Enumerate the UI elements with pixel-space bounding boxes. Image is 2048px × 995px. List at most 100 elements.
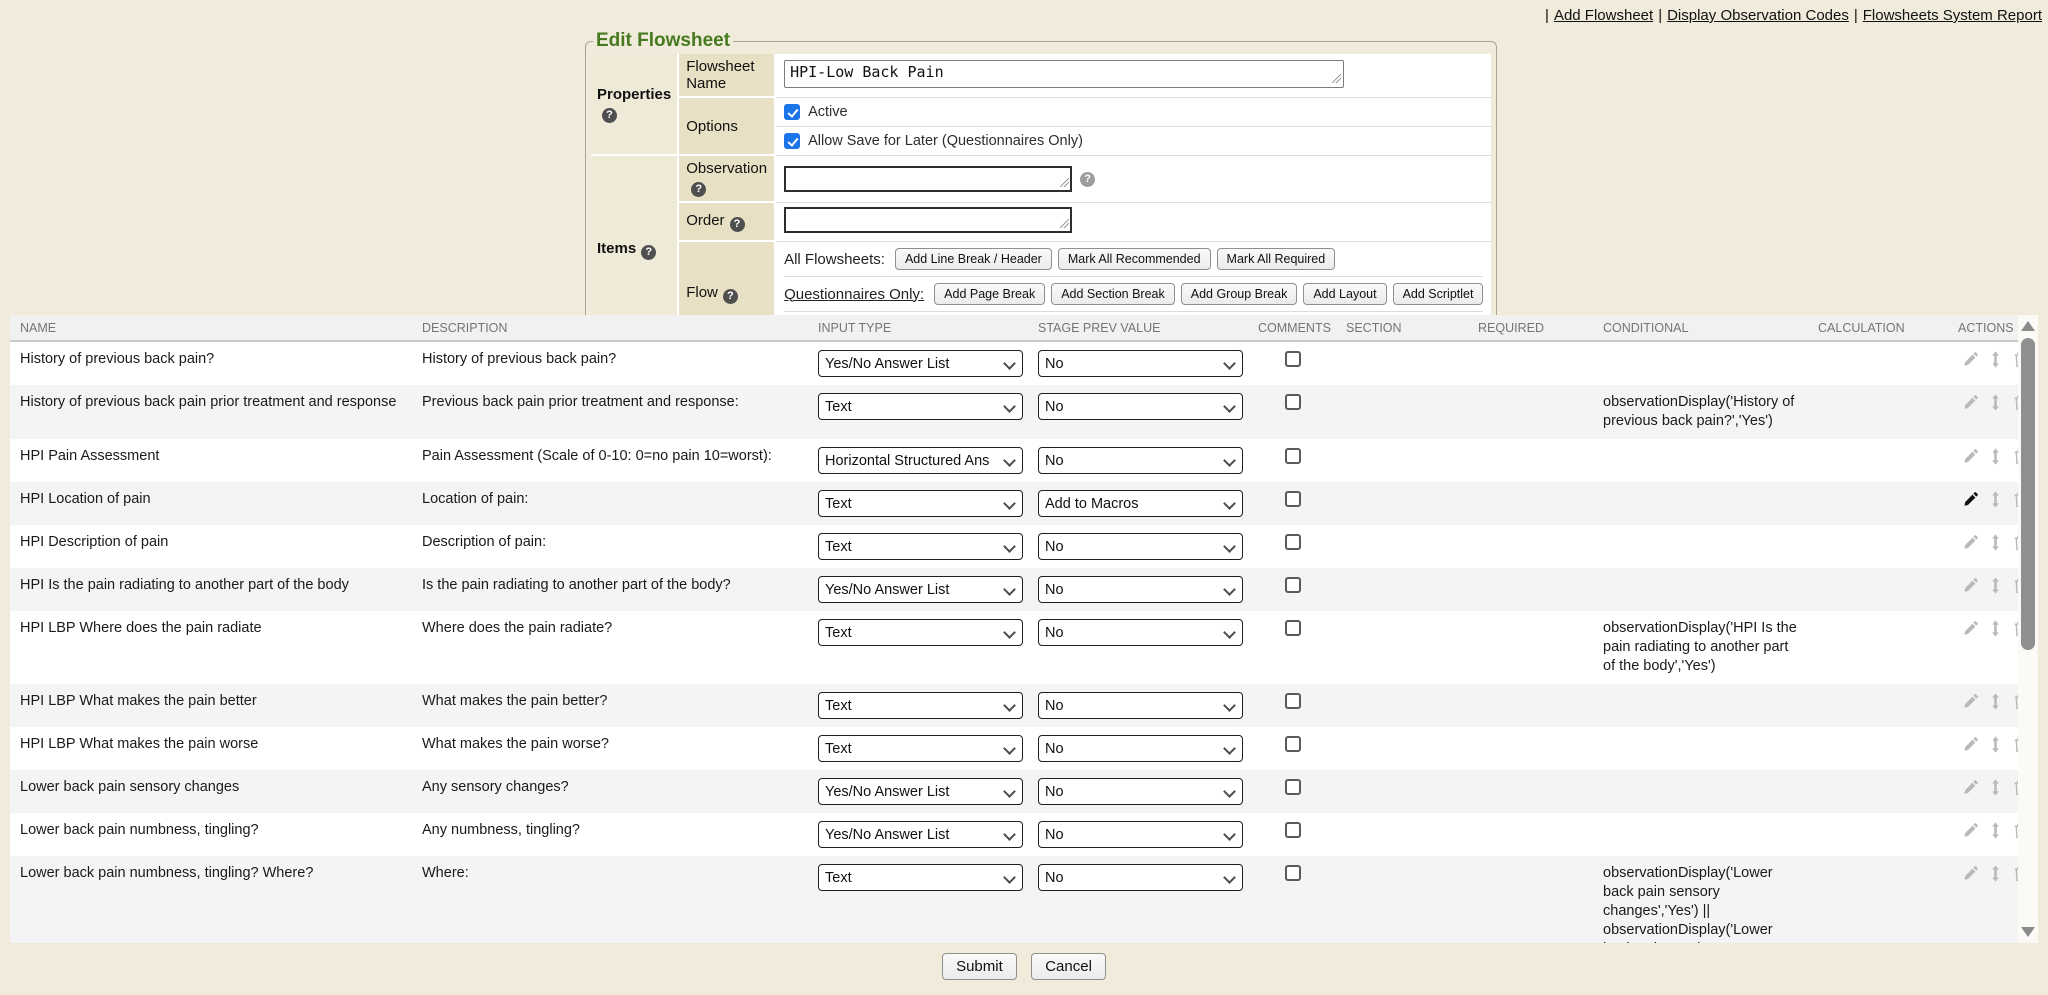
items-help-icon[interactable]: ? xyxy=(641,245,656,260)
comments-checkbox[interactable] xyxy=(1285,394,1301,410)
input-type-select[interactable]: Text xyxy=(818,864,1023,891)
flow-action-button[interactable]: Mark All Recommended xyxy=(1058,248,1211,270)
move-icon[interactable] xyxy=(1987,394,2004,411)
comments-checkbox[interactable] xyxy=(1285,620,1301,636)
scroll-down-arrow-icon[interactable] xyxy=(2021,927,2035,937)
item-name: Lower back pain numbness, tingling? xyxy=(10,813,412,856)
flow-action-button[interactable]: Add Layout xyxy=(1303,283,1386,305)
stage-prev-value-select[interactable]: No xyxy=(1038,350,1243,377)
edit-icon[interactable] xyxy=(1962,620,1979,637)
scroll-thumb[interactable] xyxy=(2021,338,2035,650)
item-name: HPI Is the pain radiating to another par… xyxy=(10,568,412,611)
nav-link[interactable]: Flowsheets System Report xyxy=(1863,7,2042,24)
stage-prev-value-select[interactable]: No xyxy=(1038,735,1243,762)
edit-icon[interactable] xyxy=(1962,534,1979,551)
input-type-select[interactable]: Yes/No Answer List xyxy=(818,778,1023,805)
comments-checkbox[interactable] xyxy=(1285,865,1301,881)
flow-action-button[interactable]: Add Page Break xyxy=(934,283,1045,305)
observation-input[interactable] xyxy=(784,166,1072,192)
comments-checkbox[interactable] xyxy=(1285,491,1301,507)
observation-field-help-icon[interactable]: ? xyxy=(1080,172,1095,187)
item-input-type-cell: Yes/No Answer List xyxy=(808,341,1028,385)
table-row: HPI Description of painDescription of pa… xyxy=(10,525,2018,568)
item-actions-cell xyxy=(1948,341,2018,385)
edit-icon[interactable] xyxy=(1962,351,1979,368)
move-icon[interactable] xyxy=(1987,693,2004,710)
item-calculation-cell xyxy=(1808,611,1948,684)
stage-prev-value-select[interactable]: No xyxy=(1038,864,1243,891)
stage-prev-value-select[interactable]: No xyxy=(1038,576,1243,603)
comments-checkbox[interactable] xyxy=(1285,779,1301,795)
comments-checkbox[interactable] xyxy=(1285,448,1301,464)
observation-help-icon[interactable]: ? xyxy=(691,182,706,197)
flowsheet-name-input[interactable] xyxy=(784,60,1344,88)
move-icon[interactable] xyxy=(1987,779,2004,796)
properties-help-icon[interactable]: ? xyxy=(602,108,617,123)
flow-action-button[interactable]: Add Line Break / Header xyxy=(895,248,1052,270)
move-icon[interactable] xyxy=(1987,351,2004,368)
edit-icon[interactable] xyxy=(1962,394,1979,411)
input-type-select[interactable]: Horizontal Structured Ans xyxy=(818,447,1023,474)
items-table-header: NAMEDESCRIPTIONINPUT TYPESTAGE PREV VALU… xyxy=(10,315,2018,341)
input-type-select[interactable]: Yes/No Answer List xyxy=(818,821,1023,848)
input-type-select[interactable]: Text xyxy=(818,735,1023,762)
input-type-select[interactable]: Text xyxy=(818,619,1023,646)
stage-prev-value-select[interactable]: No xyxy=(1038,393,1243,420)
submit-button[interactable]: Submit xyxy=(942,953,1017,980)
flow-action-button[interactable]: Add Scriptlet xyxy=(1393,283,1484,305)
input-type-select[interactable]: Yes/No Answer List xyxy=(818,350,1023,377)
order-input[interactable] xyxy=(784,207,1072,233)
item-stage-prev-cell: No xyxy=(1028,727,1248,770)
comments-checkbox[interactable] xyxy=(1285,351,1301,367)
move-icon[interactable] xyxy=(1987,736,2004,753)
edit-icon[interactable] xyxy=(1962,822,1979,839)
scrollbar[interactable] xyxy=(2018,315,2038,943)
item-input-type-cell: Yes/No Answer List xyxy=(808,568,1028,611)
move-icon[interactable] xyxy=(1987,491,2004,508)
edit-icon[interactable] xyxy=(1962,693,1979,710)
edit-icon[interactable] xyxy=(1962,448,1979,465)
flowsheet-name-label: Flowsheet Name xyxy=(679,54,776,98)
option-checkbox[interactable] xyxy=(784,133,800,149)
move-icon[interactable] xyxy=(1987,448,2004,465)
edit-icon[interactable] xyxy=(1962,491,1979,508)
input-type-select[interactable]: Text xyxy=(818,490,1023,517)
flow-action-button[interactable]: Add Group Break xyxy=(1181,283,1298,305)
option-checkbox[interactable] xyxy=(784,104,800,120)
stage-prev-value-select[interactable]: No xyxy=(1038,692,1243,719)
comments-checkbox[interactable] xyxy=(1285,534,1301,550)
flow-action-button[interactable]: Mark All Required xyxy=(1217,248,1336,270)
input-type-select[interactable]: Text xyxy=(818,533,1023,560)
nav-link[interactable]: Display Observation Codes xyxy=(1667,7,1849,24)
stage-prev-value-select[interactable]: No xyxy=(1038,533,1243,560)
move-icon[interactable] xyxy=(1987,620,2004,637)
stage-prev-value-select[interactable]: No xyxy=(1038,821,1243,848)
scroll-up-arrow-icon[interactable] xyxy=(2021,321,2035,331)
order-help-icon[interactable]: ? xyxy=(730,217,745,232)
comments-checkbox[interactable] xyxy=(1285,693,1301,709)
edit-icon[interactable] xyxy=(1962,577,1979,594)
edit-icon[interactable] xyxy=(1962,865,1979,882)
stage-prev-value-select[interactable]: No xyxy=(1038,619,1243,646)
item-required-cell xyxy=(1468,385,1593,439)
flow-action-button[interactable]: Add Section Break xyxy=(1051,283,1175,305)
item-conditional-cell: observationDisplay('HPI Is the pain radi… xyxy=(1593,611,1808,684)
comments-checkbox[interactable] xyxy=(1285,736,1301,752)
cancel-button[interactable]: Cancel xyxy=(1031,953,1106,980)
move-icon[interactable] xyxy=(1987,822,2004,839)
input-type-select[interactable]: Text xyxy=(818,393,1023,420)
comments-checkbox[interactable] xyxy=(1285,822,1301,838)
move-icon[interactable] xyxy=(1987,865,2004,882)
input-type-select[interactable]: Text xyxy=(818,692,1023,719)
stage-prev-value-select[interactable]: No xyxy=(1038,778,1243,805)
nav-link[interactable]: Add Flowsheet xyxy=(1554,7,1653,24)
input-type-select[interactable]: Yes/No Answer List xyxy=(818,576,1023,603)
stage-prev-value-select[interactable]: Add to Macros xyxy=(1038,490,1243,517)
edit-icon[interactable] xyxy=(1962,779,1979,796)
stage-prev-value-select[interactable]: No xyxy=(1038,447,1243,474)
move-icon[interactable] xyxy=(1987,534,2004,551)
move-icon[interactable] xyxy=(1987,577,2004,594)
flow-help-icon[interactable]: ? xyxy=(723,289,738,304)
edit-icon[interactable] xyxy=(1962,736,1979,753)
comments-checkbox[interactable] xyxy=(1285,577,1301,593)
